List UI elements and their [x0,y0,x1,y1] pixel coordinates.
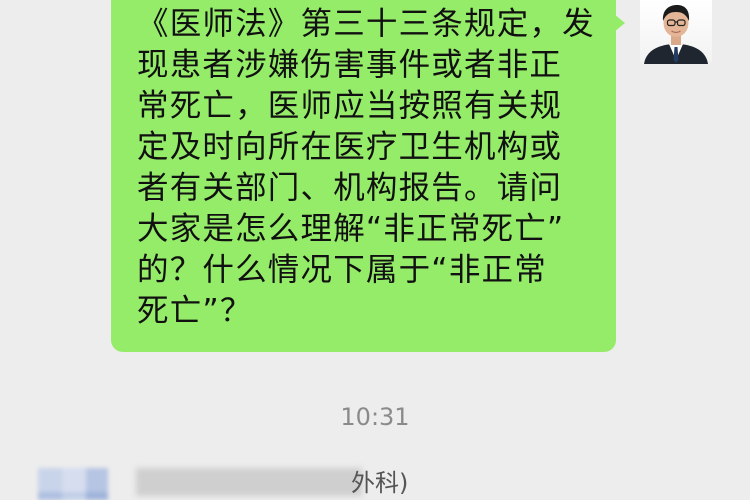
message-line: 大家是怎么理解“非正常死亡” [137,211,565,247]
message-line: 《医师法》第三十三条规定，发 [137,6,595,42]
message-line: 定及时向所在医疗卫生机构或 [137,129,563,165]
person-avatar-icon [644,5,708,64]
message-line: 常死亡，医师应当按照有关规 [137,88,563,124]
message-line: 的？什么情况下属于“非正常 [137,252,547,288]
chat-window: 《医师法》第三十三条规定，发 现患者涉嫌伤害事件或者非正 常死亡，医师应当按照有… [0,0,750,500]
message-line: 者有关部门、机构报告。请问 [137,170,563,206]
blurred-name-redaction [136,468,362,496]
bubble-tail [614,14,625,32]
sender-avatar[interactable] [640,0,712,64]
incoming-sender-name: 外科) [136,466,436,500]
outgoing-message-bubble[interactable]: 《医师法》第三十三条规定，发 现患者涉嫌伤害事件或者非正 常死亡，医师应当按照有… [111,0,616,352]
message-line: 现患者涉嫌伤害事件或者非正 [137,47,563,83]
incoming-avatar[interactable] [38,468,108,500]
message-timestamp: 10:31 [340,403,410,431]
sender-name-text: 外科) [351,469,409,497]
message-line: 死亡”？ [137,293,253,329]
